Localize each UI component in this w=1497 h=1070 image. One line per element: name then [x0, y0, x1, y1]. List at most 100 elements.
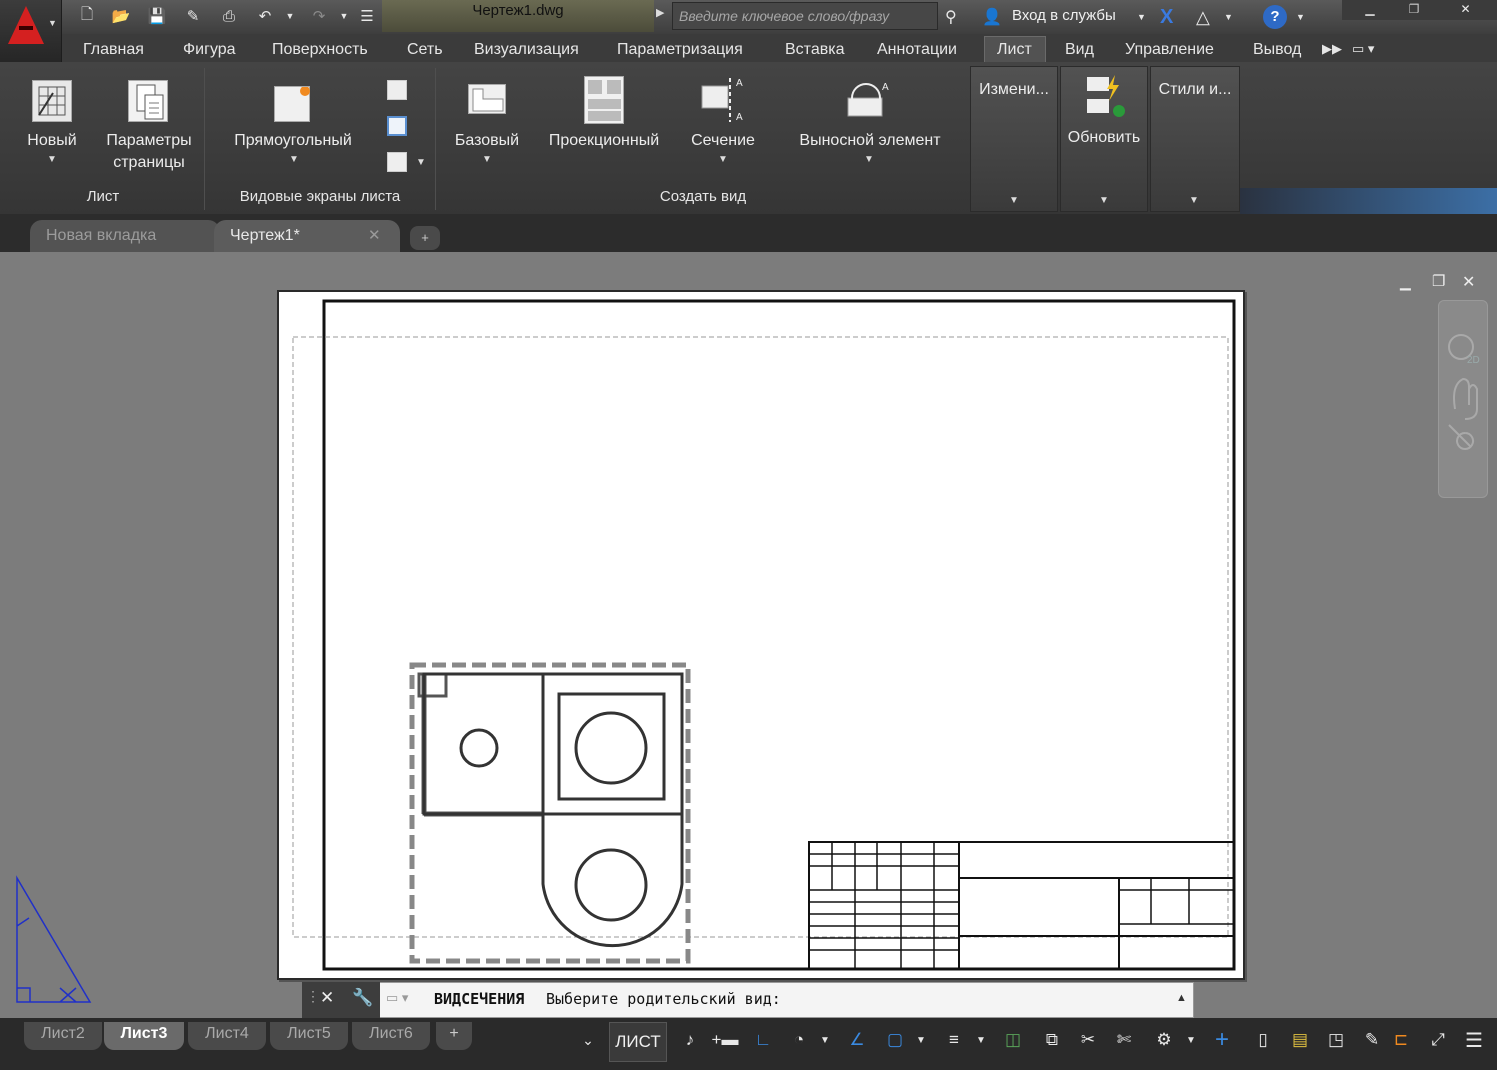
annotation-monitor-icon[interactable]: +	[1208, 1026, 1236, 1053]
layout-tab-6[interactable]: Лист6	[352, 1022, 430, 1050]
chevron-down-icon[interactable]: ▼	[914, 1027, 928, 1053]
object-snap-icon[interactable]: ▢	[882, 1027, 908, 1053]
workspace-gear-icon[interactable]: ⚙	[1150, 1027, 1178, 1053]
viewport-clip-icon[interactable]	[387, 116, 407, 136]
viewport-close-icon[interactable]: ✕	[1462, 272, 1475, 292]
tab-visualize[interactable]: Визуализация	[474, 41, 579, 59]
annotation-visibility-icon[interactable]: ✂	[1074, 1027, 1102, 1053]
add-tab-icon[interactable]: +	[410, 226, 440, 250]
layout-tab-5[interactable]: Лист5	[270, 1022, 348, 1050]
chevron-down-icon[interactable]: ▼	[416, 157, 426, 168]
isometric-icon[interactable]: ∠	[844, 1027, 870, 1053]
undo-icon[interactable]: ↶	[254, 5, 276, 27]
rectangular-viewport-icon[interactable]	[274, 86, 310, 122]
customize-command-icon[interactable]: 🔧	[352, 988, 373, 1008]
sign-in-link[interactable]: Вход в службы	[1012, 7, 1116, 24]
detail-view-icon[interactable]: A	[844, 78, 892, 122]
open-file-icon[interactable]: 📂	[110, 5, 132, 27]
recent-commands-icon[interactable]: ▭ ▾	[386, 990, 408, 1006]
infer-constraints-icon[interactable]: +▬	[710, 1027, 740, 1053]
viewport-lock-icon[interactable]	[387, 152, 407, 172]
layout-tab-2[interactable]: Лист2	[24, 1022, 102, 1050]
panel-styles[interactable]: Стили и... ▼	[1150, 66, 1240, 212]
viewport-named-icon[interactable]	[387, 80, 407, 100]
customize-status-icon[interactable]: ☰	[1460, 1027, 1488, 1053]
section-view-icon[interactable]: AA	[700, 76, 744, 124]
print-icon[interactable]: ⎙	[218, 5, 240, 27]
annotation-scale-icon[interactable]: ✄	[1110, 1027, 1138, 1053]
new-layout-icon[interactable]	[32, 80, 72, 122]
user-icon[interactable]: 👤	[982, 5, 1002, 29]
lineweight-icon[interactable]: ≡	[940, 1027, 968, 1053]
search-expand-icon[interactable]: ▶	[656, 6, 668, 26]
rectangular-viewport-button[interactable]: Прямоугольный	[216, 130, 370, 152]
minimize-icon[interactable]: ▁	[1350, 0, 1390, 18]
chevron-down-icon[interactable]: ▼	[974, 1027, 988, 1053]
close-icon[interactable]: ✕	[1438, 0, 1493, 18]
chevron-down-icon[interactable]: ▼	[1184, 1027, 1198, 1053]
ribbon-minimize-icon[interactable]: ▭ ▾	[1352, 41, 1374, 57]
new-layout-button[interactable]: Новый	[14, 130, 90, 152]
redo-dropdown-icon[interactable]: ▼	[338, 5, 350, 27]
viewport-restore-icon[interactable]: ❐	[1432, 272, 1445, 290]
chevron-down-icon[interactable]: ▼	[1224, 5, 1233, 29]
tab-view[interactable]: Вид	[1065, 41, 1094, 59]
ortho-icon[interactable]: ∟	[750, 1027, 776, 1053]
layout-paper[interactable]	[277, 290, 1245, 980]
binoculars-icon[interactable]: ⚲	[945, 5, 957, 29]
grip-icon[interactable]: ⋮	[306, 988, 320, 1005]
maximize-icon[interactable]: ❐	[1394, 0, 1434, 18]
polar-tracking-icon[interactable]: ◔	[786, 1027, 812, 1053]
tab-output[interactable]: Вывод	[1253, 41, 1301, 59]
chevron-down-icon[interactable]: ▼	[289, 154, 299, 165]
hardware-acceleration-icon[interactable]: ✎	[1358, 1027, 1386, 1053]
customize-toolbar-icon[interactable]: ☰	[356, 5, 378, 27]
chevron-down-icon[interactable]: ▼	[47, 154, 57, 165]
new-file-icon[interactable]: 🗋	[76, 5, 98, 27]
redo-icon[interactable]: ↷	[308, 5, 330, 27]
close-command-icon[interactable]: ✕	[320, 988, 334, 1008]
exchange-icon[interactable]: X	[1160, 5, 1173, 29]
selection-cycling-icon[interactable]: ◫	[1000, 1027, 1026, 1053]
paper-space-toggle[interactable]: ЛИСТ	[609, 1022, 667, 1062]
panel-modify-view[interactable]: Измени... ▼	[970, 66, 1058, 212]
save-icon[interactable]: 💾	[146, 5, 168, 27]
chevron-down-icon[interactable]: ▼	[818, 1027, 832, 1053]
tab-parametric[interactable]: Параметризация	[617, 41, 743, 59]
chevron-down-icon[interactable]: ▼	[1137, 5, 1146, 29]
tab-surface[interactable]: Поверхность	[272, 41, 368, 59]
tab-solid[interactable]: Фигура	[183, 41, 236, 59]
chevron-down-icon[interactable]: ▼	[864, 154, 874, 165]
page-setup-icon[interactable]	[128, 80, 168, 122]
tab-layout[interactable]: Лист	[997, 41, 1032, 59]
tab-new-tab[interactable]: Новая вкладка	[30, 220, 220, 252]
panel-update[interactable]: Обновить ▼	[1060, 66, 1148, 212]
chevron-down-icon[interactable]: ▼	[482, 154, 492, 165]
model-viewport-icon[interactable]: ⧉	[1038, 1027, 1066, 1053]
units-icon[interactable]: ▯	[1250, 1027, 1276, 1053]
tab-mesh[interactable]: Сеть	[407, 41, 443, 59]
command-history-icon[interactable]: ▲	[1176, 992, 1187, 1004]
page-setup-button[interactable]: Параметры	[96, 130, 202, 152]
detail-view-button[interactable]: Выносной элемент	[778, 130, 962, 152]
tab-annotate[interactable]: Аннотации	[877, 41, 957, 59]
snap-mode-icon[interactable]: ♪	[676, 1027, 704, 1053]
layout-tab-4[interactable]: Лист4	[188, 1022, 266, 1050]
layout-tab-3[interactable]: Лист3	[104, 1022, 184, 1050]
quick-properties-icon[interactable]: ▤	[1286, 1027, 1314, 1053]
fullscreen-icon[interactable]: ⤢	[1424, 1027, 1452, 1053]
help-icon[interactable]: ?	[1263, 5, 1287, 29]
tab-insert[interactable]: Вставка	[785, 41, 844, 59]
projected-view-button[interactable]: Проекционный	[536, 130, 672, 152]
close-tab-icon[interactable]: ✕	[368, 226, 381, 244]
undo-dropdown-icon[interactable]: ▼	[284, 5, 296, 27]
section-view-button[interactable]: Сечение	[680, 130, 766, 152]
more-tabs-icon[interactable]: ▶▶	[1322, 41, 1342, 57]
base-view-button[interactable]: Базовый	[446, 130, 528, 152]
expand-status-icon[interactable]: ⌄	[578, 1027, 598, 1053]
tab-manage[interactable]: Управление	[1125, 41, 1214, 59]
search-input[interactable]: Введите ключевое слово/фразу	[672, 2, 938, 30]
base-view-icon[interactable]	[468, 84, 506, 114]
projected-view-icon[interactable]	[584, 76, 624, 124]
save-as-icon[interactable]: ✎	[182, 5, 204, 27]
